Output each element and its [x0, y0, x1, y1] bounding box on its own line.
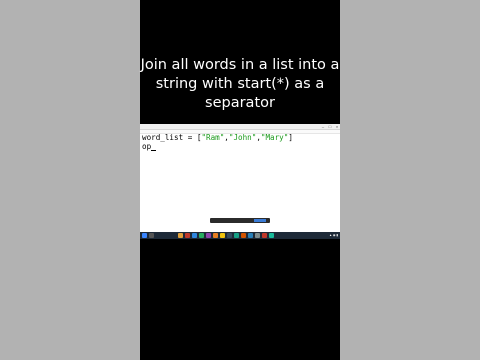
system-tray[interactable]: ▲ ◉ ▮ — [329, 233, 338, 238]
notification-action-button[interactable] — [254, 219, 266, 222]
caption-line-2: string with start(*) as a — [155, 76, 325, 92]
caption-line-3: separator — [205, 95, 275, 111]
notification-toast[interactable] — [210, 218, 270, 223]
terminal-icon[interactable] — [227, 233, 232, 238]
video-caption: Join all words in a list into a string w… — [140, 56, 340, 113]
code-area[interactable]: word_list = ["Ram","John","Mary"] op — [142, 133, 293, 151]
caption-line-1: Join all words in a list into a — [140, 57, 340, 73]
code-token-op: op — [142, 142, 152, 151]
right-background — [340, 0, 480, 360]
python-icon[interactable] — [220, 233, 225, 238]
folder-icon[interactable] — [178, 233, 183, 238]
left-background — [0, 0, 140, 360]
code-token-assign: word_list = [ — [142, 133, 202, 142]
app-icon[interactable] — [185, 233, 190, 238]
bracket-token: ] — [288, 133, 293, 142]
mail-icon[interactable] — [213, 233, 218, 238]
edge-icon[interactable] — [192, 233, 197, 238]
taskbar: ▲ ◉ ▮ — [140, 232, 340, 239]
app-icon[interactable] — [248, 233, 253, 238]
string-literal: "Mary" — [260, 133, 289, 142]
minimize-icon[interactable]: – — [320, 124, 326, 129]
settings-icon[interactable] — [255, 233, 260, 238]
chrome-icon[interactable] — [199, 233, 204, 238]
code-line-2[interactable]: op — [142, 142, 293, 151]
window-titlebar: – □ × — [140, 124, 340, 130]
video-frame: Join all words in a list into a string w… — [140, 0, 340, 360]
string-literal: "Ram" — [201, 133, 225, 142]
string-literal: "John" — [228, 133, 257, 142]
maximize-icon[interactable]: □ — [327, 124, 333, 129]
app-icon[interactable] — [262, 233, 267, 238]
code-line-1[interactable]: word_list = ["Ram","John","Mary"] — [142, 133, 293, 142]
start-icon[interactable] — [142, 233, 147, 238]
text-cursor — [151, 142, 157, 151]
store-icon[interactable] — [206, 233, 211, 238]
app-icon[interactable] — [269, 233, 274, 238]
app-icon[interactable] — [234, 233, 239, 238]
close-icon[interactable]: × — [334, 124, 340, 129]
search-icon[interactable] — [149, 233, 154, 238]
app-icon[interactable] — [241, 233, 246, 238]
code-editor-window: – □ × word_list = ["Ram","John","Mary"] o… — [140, 124, 340, 232]
